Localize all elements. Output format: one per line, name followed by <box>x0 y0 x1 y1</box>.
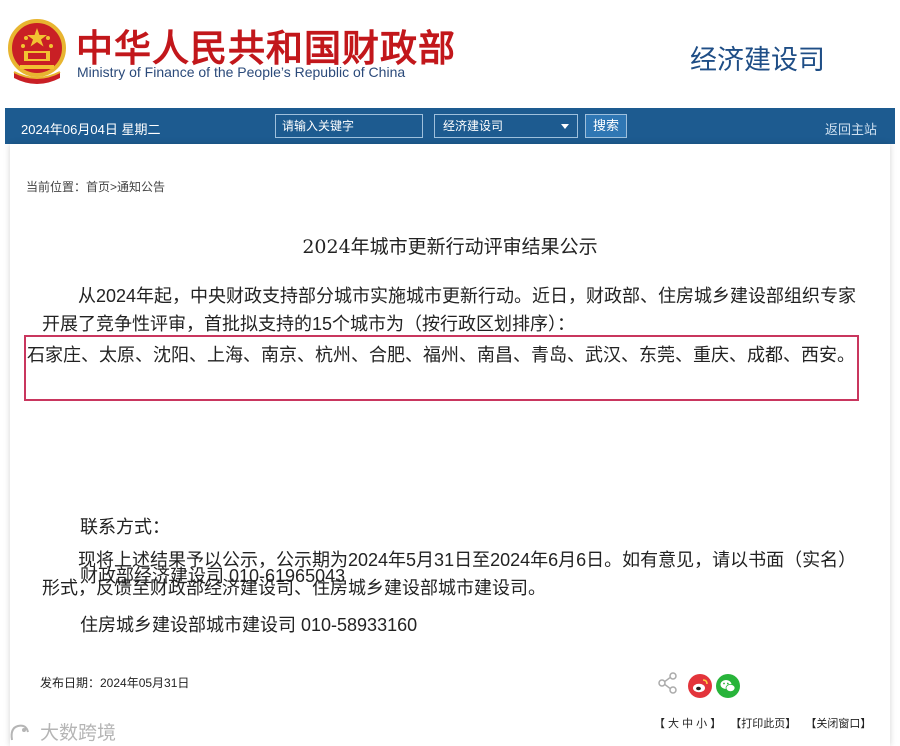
search-button[interactable]: 搜索 <box>585 114 627 138</box>
current-date: 2024年06月04日 星期二 <box>21 122 161 137</box>
article-paragraph-1: 从2024年起，中央财政支持部分城市实施城市更新行动。近日，财政部、住房城乡建设… <box>42 286 857 334</box>
article-panel: 当前位置：首页>通知公告 2024年城市更新行动评审结果公示 从2024年起，中… <box>10 144 890 746</box>
top-navbar: 2024年06月04日 星期二 经济建设司 搜索 返回主站 <box>5 108 895 144</box>
search-input[interactable] <box>275 114 423 138</box>
search-scope-value: 经济建设司 <box>443 119 504 133</box>
article-title: 2024年城市更新行动评审结果公示 <box>302 236 598 258</box>
wechat-icon[interactable] <box>716 674 740 698</box>
back-to-main-site-link[interactable]: 返回主站 <box>825 119 877 138</box>
contact-label: 联系方式： <box>80 517 170 537</box>
watermark-logo-icon <box>10 724 29 741</box>
search-scope-select[interactable]: 经济建设司 <box>434 114 578 138</box>
site-header: 中华人民共和国财政部 Ministry of Finance of the Pe… <box>0 0 900 108</box>
close-window-button[interactable]: 【关闭窗口】 <box>805 718 871 730</box>
watermark-text: 大数跨境 <box>40 722 117 744</box>
breadcrumb: 当前位置：首页>通知公告 <box>26 180 166 194</box>
font-size-switch[interactable]: 【 大 中 小 】 <box>654 718 721 730</box>
city-list: 石家庄、太原、沈阳、上海、南京、杭州、合肥、福州、南昌、青岛、武汉、东莞、重庆、… <box>27 345 855 365</box>
share-icon[interactable] <box>656 671 680 695</box>
contact-finance-ministry: 财政部经济建设司 010-61965043 <box>80 566 346 586</box>
chevron-down-icon <box>561 124 569 129</box>
weibo-icon[interactable] <box>688 674 712 698</box>
watermark: 大数跨境 <box>8 718 116 745</box>
site-name-english: Ministry of Finance of the People’s Repu… <box>77 64 406 80</box>
print-page-button[interactable]: 【打印此页】 <box>730 718 796 730</box>
contact-housing-ministry: 住房城乡建设部城市建设司 010-58933160 <box>80 615 418 635</box>
publish-date: 发布日期：2024年05月31日 <box>40 676 190 690</box>
page-tools: 【 大 中 小 】 【打印此页】 【关闭窗口】 <box>654 715 877 731</box>
national-emblem-icon <box>8 19 66 84</box>
department-name: 经济建设司 <box>690 45 825 76</box>
